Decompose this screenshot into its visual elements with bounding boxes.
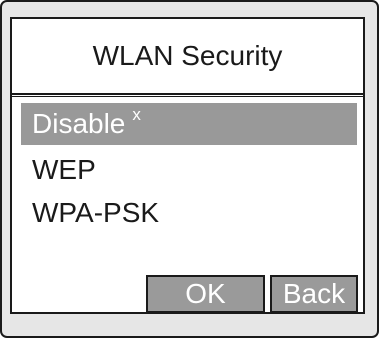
title-divider [12,93,363,97]
option-wep[interactable]: WEP [12,149,363,191]
option-disable[interactable]: Disable x [21,103,357,145]
device-screen: WLAN Security Disable x WEP WPA-PSK OK B… [0,0,379,338]
option-label: Disable [32,108,126,139]
back-button[interactable]: Back [270,275,358,313]
selected-marker-icon: x [132,105,141,124]
ok-button[interactable]: OK [146,275,265,313]
wlan-security-dialog: WLAN Security Disable x WEP WPA-PSK OK B… [10,17,365,314]
option-label: WPA-PSK [32,197,160,228]
dialog-title: WLAN Security [92,40,283,71]
option-wpa-psk[interactable]: WPA-PSK [12,192,363,234]
option-label: WEP [32,154,96,185]
